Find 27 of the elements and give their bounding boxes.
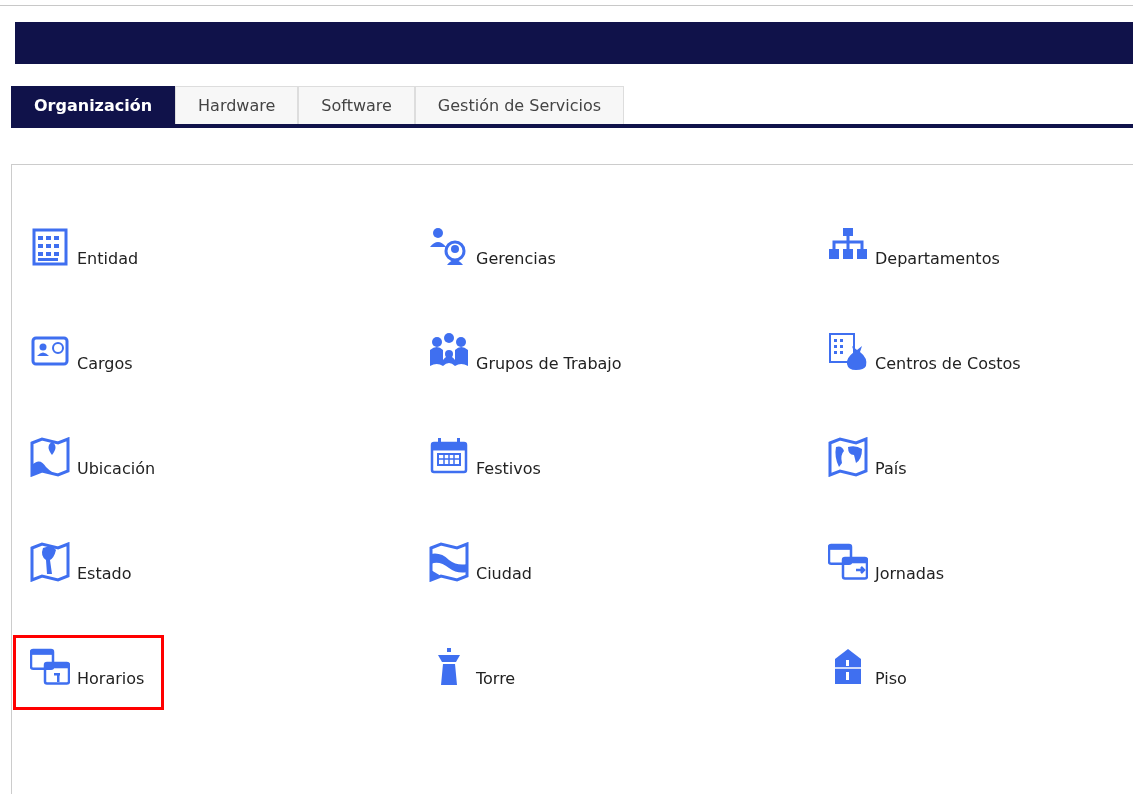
tab[interactable]: Hardware	[175, 86, 299, 124]
tab[interactable]: Gestión de Servicios	[414, 86, 625, 124]
module-link[interactable]: Torre	[412, 635, 536, 710]
region-map-icon	[30, 542, 70, 582]
module-link[interactable]: Departamentos	[811, 215, 1020, 290]
module-link[interactable]: Grupos de Trabajo	[412, 320, 642, 395]
module-link[interactable]: Centros de Costos	[811, 320, 1041, 395]
module-link[interactable]: Ubicación	[13, 425, 176, 500]
map-pin-icon	[30, 437, 70, 477]
module-link[interactable]: Jornadas	[811, 530, 965, 605]
calendars-icon	[828, 542, 868, 582]
city-map-icon	[429, 542, 469, 582]
money-bag-icon	[828, 332, 868, 372]
module-link[interactable]: Cargos	[13, 320, 153, 395]
module-link[interactable]: Piso	[811, 635, 927, 710]
module-link[interactable]: Estado	[13, 530, 152, 605]
building-icon	[30, 227, 70, 267]
module-link[interactable]: Entidad	[13, 215, 159, 290]
tab[interactable]: Organización	[11, 86, 176, 124]
calendars-icon	[30, 647, 70, 687]
module-link[interactable]: Festivos	[412, 425, 561, 500]
module-link[interactable]: Gerencias	[412, 215, 576, 290]
tab[interactable]: Software	[298, 86, 415, 124]
world-map-icon	[828, 437, 868, 477]
module-link[interactable]: País	[811, 425, 927, 500]
module-link[interactable]: Horarios	[13, 635, 165, 710]
module-link[interactable]: Ciudad	[412, 530, 552, 605]
